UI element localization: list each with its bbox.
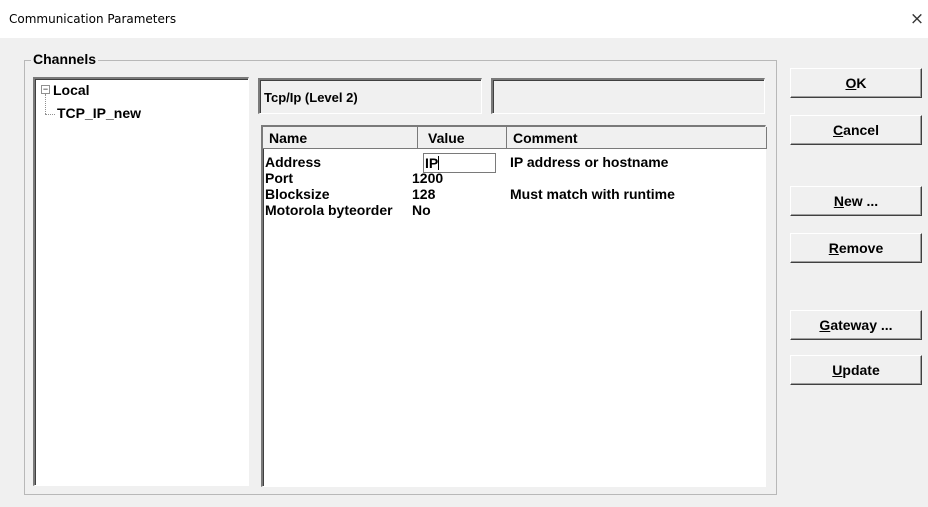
- window-title: Communication Parameters: [9, 12, 177, 26]
- tree-item-local[interactable]: Local: [53, 82, 90, 98]
- table-row-name[interactable]: Motorola byteorder: [265, 203, 393, 218]
- channels-tree[interactable]: − Local TCP_IP_new: [33, 77, 249, 486]
- gateway-label: ateway ...: [830, 317, 893, 333]
- new-button[interactable]: New ...: [790, 186, 922, 216]
- table-row-value[interactable]: 1200: [412, 171, 443, 186]
- update-label: pdate: [842, 362, 880, 378]
- table-row-name[interactable]: Port: [265, 171, 293, 186]
- driver-name-field: Tcp/Ip (Level 2): [258, 78, 482, 114]
- channels-legend: Channels: [31, 51, 99, 67]
- update-button[interactable]: Update: [790, 355, 922, 385]
- tree-connector-line: [45, 114, 55, 115]
- table-row-comment: Must match with runtime: [510, 186, 675, 202]
- driver-info-field: [491, 78, 765, 114]
- gateway-button[interactable]: Gateway ...: [790, 310, 922, 340]
- cancel-label: ancel: [843, 122, 879, 138]
- update-mnemonic: U: [832, 362, 843, 378]
- text-caret: [438, 156, 440, 170]
- table-row-value[interactable]: 128: [412, 187, 435, 202]
- column-header-value[interactable]: Value: [418, 127, 507, 149]
- remove-button[interactable]: Remove: [790, 233, 922, 263]
- gateway-mnemonic: G: [819, 317, 831, 333]
- column-header-name[interactable]: Name: [263, 127, 418, 149]
- collapse-icon[interactable]: −: [41, 85, 50, 94]
- table-row-name[interactable]: Address: [265, 155, 321, 170]
- table-row-comment: IP address or hostname: [510, 154, 669, 170]
- value-edit-text: IP: [425, 155, 439, 171]
- close-icon[interactable]: ×: [906, 8, 928, 30]
- ok-button[interactable]: OK: [790, 68, 922, 98]
- cancel-mnemonic: C: [833, 122, 844, 138]
- table-row-value[interactable]: No: [412, 203, 431, 218]
- cancel-button[interactable]: Cancel: [790, 115, 922, 145]
- column-header-comment[interactable]: Comment: [507, 127, 767, 149]
- new-label: ew ...: [843, 193, 879, 209]
- ok-mnemonic: O: [845, 75, 857, 91]
- tree-item-tcp-ip-new[interactable]: TCP_IP_new: [57, 105, 141, 121]
- remove-mnemonic: R: [828, 240, 839, 256]
- new-mnemonic: N: [833, 193, 844, 209]
- remove-label: emove: [838, 240, 884, 256]
- table-row-name[interactable]: Blocksize: [265, 187, 330, 202]
- parameters-table[interactable]: Name Value Comment Address IP IP address…: [261, 125, 767, 487]
- tree-connector-line: [45, 94, 46, 114]
- title-bar: Communication Parameters ×: [0, 0, 928, 38]
- ok-label: K: [856, 75, 867, 91]
